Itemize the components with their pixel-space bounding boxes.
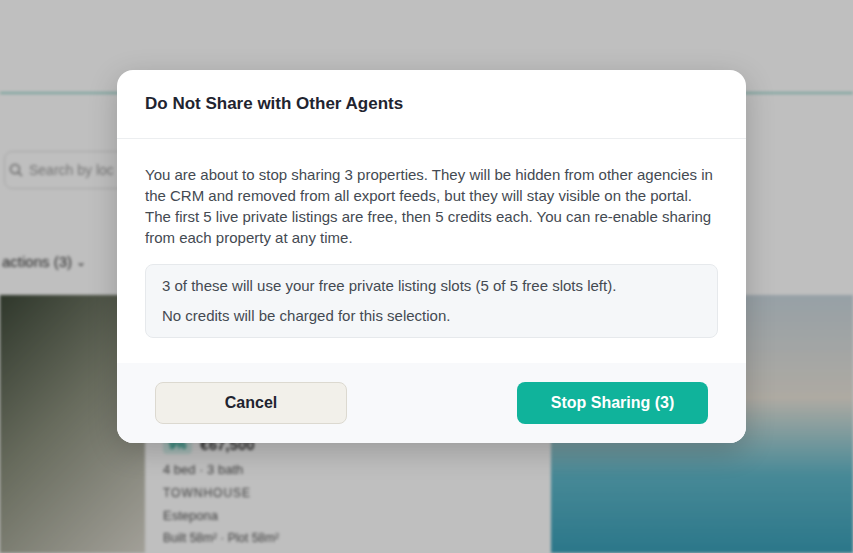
- cancel-button[interactable]: Cancel: [155, 382, 347, 424]
- button-label[interactable]: Cancel: [225, 394, 277, 411]
- button-label[interactable]: Stop Sharing (3): [551, 394, 675, 411]
- summary-line: 3 of these will use your free private li…: [162, 276, 701, 296]
- dialog-message: You are about to stop sharing 3 properti…: [145, 164, 718, 248]
- dialog-title: Do Not Share with Other Agents: [145, 93, 718, 115]
- summary-box: 3 of these will use your free private li…: [145, 264, 718, 338]
- stop-sharing-button[interactable]: Stop Sharing (3): [517, 382, 708, 424]
- summary-line: No credits will be charged for this sele…: [162, 306, 701, 326]
- dialog: Do Not Share with Other Agents You are a…: [117, 70, 746, 443]
